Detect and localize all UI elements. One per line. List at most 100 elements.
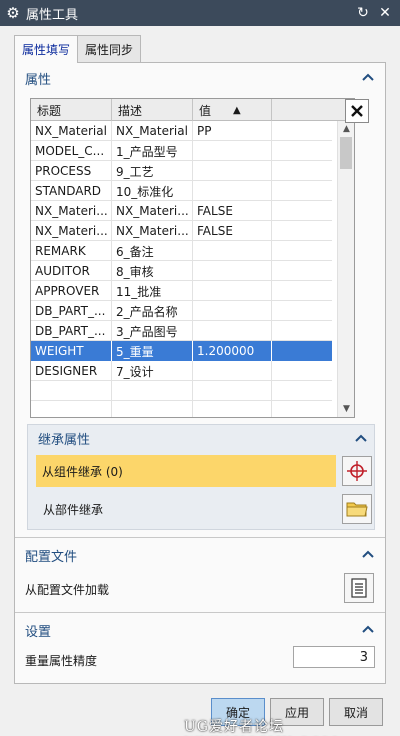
attributes-section-header[interactable]: 属性: [15, 64, 385, 92]
table-row[interactable]: AUDITOR 8_审核: [31, 261, 332, 281]
column-header-description[interactable]: 描述: [112, 99, 193, 121]
sort-ascending-icon: ▲: [233, 104, 241, 116]
table-row[interactable]: [31, 401, 332, 417]
cell-description[interactable]: 3_产品图号: [112, 321, 193, 341]
cell-description[interactable]: [112, 401, 193, 417]
cell-value[interactable]: [193, 261, 272, 281]
collapse-chevron-icon[interactable]: [361, 622, 375, 636]
cell-description[interactable]: 11_批准: [112, 281, 193, 301]
cell-value[interactable]: [193, 181, 272, 201]
cell-value[interactable]: 1.200000: [193, 341, 272, 361]
table-row[interactable]: NX_Materi... NX_Materi... FALSE: [31, 221, 332, 241]
scroll-thumb[interactable]: [340, 137, 352, 169]
cell-title[interactable]: DB_PART_...: [31, 301, 112, 321]
cell-value[interactable]: [193, 301, 272, 321]
cell-title[interactable]: NX_Materi...: [31, 221, 112, 241]
table-row[interactable]: MODEL_C... 1_产品型号: [31, 141, 332, 161]
cell-title[interactable]: DB_PART_...: [31, 321, 112, 341]
cell-description[interactable]: 5_重量: [112, 341, 193, 361]
delete-row-button[interactable]: [345, 99, 369, 123]
column-header-title[interactable]: 标题: [31, 99, 112, 121]
cell-description[interactable]: 2_产品名称: [112, 301, 193, 321]
cell-description[interactable]: NX_Materi...: [112, 221, 193, 241]
load-from-config-label: 从配置文件加载: [25, 583, 110, 597]
load-config-button[interactable]: [344, 573, 374, 603]
table-row[interactable]: [31, 381, 332, 401]
cell-title[interactable]: [31, 401, 112, 417]
cell-value[interactable]: [193, 361, 272, 381]
table-row[interactable]: PROCESS 9_工艺: [31, 161, 332, 181]
table-row[interactable]: NX_Material NX_Material PP: [31, 121, 332, 141]
cell-value[interactable]: [193, 321, 272, 341]
cell-description[interactable]: 10_标准化: [112, 181, 193, 201]
table-row[interactable]: WEIGHT 5_重量 1.200000: [31, 341, 332, 361]
table-row[interactable]: STANDARD 10_标准化: [31, 181, 332, 201]
cell-title[interactable]: REMARK: [31, 241, 112, 261]
cell-value[interactable]: FALSE: [193, 201, 272, 221]
cell-value[interactable]: [193, 161, 272, 181]
close-icon[interactable]: ✕: [374, 2, 396, 24]
table-row[interactable]: APPROVER 11_批准: [31, 281, 332, 301]
cell-title[interactable]: AUDITOR: [31, 261, 112, 281]
cell-description[interactable]: 9_工艺: [112, 161, 193, 181]
cell-description[interactable]: NX_Materi...: [112, 201, 193, 221]
table-row[interactable]: NX_Materi... NX_Materi... FALSE: [31, 201, 332, 221]
cell-title[interactable]: DESIGNER: [31, 361, 112, 381]
cell-value[interactable]: [193, 401, 272, 417]
collapse-chevron-icon[interactable]: [361, 547, 375, 561]
cell-description[interactable]: 6_备注: [112, 241, 193, 261]
cell-description[interactable]: 1_产品型号: [112, 141, 193, 161]
cell-title[interactable]: APPROVER: [31, 281, 112, 301]
cell-title[interactable]: NX_Materi...: [31, 201, 112, 221]
row-filler: [272, 281, 332, 301]
select-component-button[interactable]: [342, 456, 372, 486]
table-row[interactable]: DESIGNER 7_设计: [31, 361, 332, 381]
settings-section-header[interactable]: 设置: [15, 616, 385, 644]
attributes-table[interactable]: 标题 描述 值 ▲ NX_Material NX_Material PP MODEL_…: [30, 98, 355, 418]
table-row[interactable]: REMARK 6_备注: [31, 241, 332, 261]
cell-title[interactable]: PROCESS: [31, 161, 112, 181]
cell-description[interactable]: 7_设计: [112, 361, 193, 381]
inherit-from-part-label: 从部件继承: [43, 502, 104, 517]
cell-description[interactable]: 8_审核: [112, 261, 193, 281]
cell-title[interactable]: WEIGHT: [31, 341, 112, 361]
cell-value[interactable]: [193, 241, 272, 261]
refresh-icon[interactable]: ↻: [352, 2, 374, 24]
cell-title[interactable]: NX_Material: [31, 121, 112, 141]
cell-title[interactable]: MODEL_C...: [31, 141, 112, 161]
inherit-from-component-row[interactable]: 从组件继承 (0): [36, 455, 372, 487]
cell-value[interactable]: FALSE: [193, 221, 272, 241]
scroll-up-icon[interactable]: ▲: [338, 121, 354, 137]
cell-value[interactable]: PP: [193, 121, 272, 141]
table-row[interactable]: DB_PART_... 2_产品名称: [31, 301, 332, 321]
crosshair-icon: [347, 461, 367, 481]
collapse-chevron-icon[interactable]: [361, 70, 375, 84]
tab-attribute-sync[interactable]: 属性同步: [77, 35, 142, 62]
collapse-chevron-icon[interactable]: [354, 431, 368, 445]
row-filler: [272, 401, 332, 417]
watermark: UG爱好者论坛 WWW.UGSNX.COM: [184, 719, 284, 735]
cell-value[interactable]: [193, 141, 272, 161]
config-section-header[interactable]: 配置文件: [15, 541, 385, 569]
row-filler: [272, 321, 332, 341]
tab-panel: 属性 标题 描述 值 ▲ NX_Material NX_Material PP MOD…: [14, 62, 386, 684]
cell-description[interactable]: [112, 381, 193, 401]
tab-attribute-fill[interactable]: 属性填写: [14, 35, 79, 63]
vertical-scrollbar[interactable]: ▲ ▼: [337, 121, 354, 417]
folder-icon: [346, 502, 368, 517]
inherit-section-header[interactable]: 继承属性: [28, 425, 374, 451]
scroll-down-icon[interactable]: ▼: [338, 401, 354, 417]
cell-title[interactable]: [31, 381, 112, 401]
open-part-button[interactable]: [342, 494, 372, 524]
cell-title[interactable]: STANDARD: [31, 181, 112, 201]
table-row[interactable]: DB_PART_... 3_产品图号: [31, 321, 332, 341]
row-filler: [272, 181, 332, 201]
weight-precision-label: 重量属性精度: [25, 654, 98, 668]
cell-description[interactable]: NX_Material: [112, 121, 193, 141]
cell-value[interactable]: [193, 281, 272, 301]
row-filler: [272, 301, 332, 321]
column-header-value[interactable]: 值 ▲: [193, 99, 272, 121]
row-filler: [272, 341, 332, 361]
cell-value[interactable]: [193, 381, 272, 401]
weight-precision-input[interactable]: 3: [293, 646, 375, 668]
